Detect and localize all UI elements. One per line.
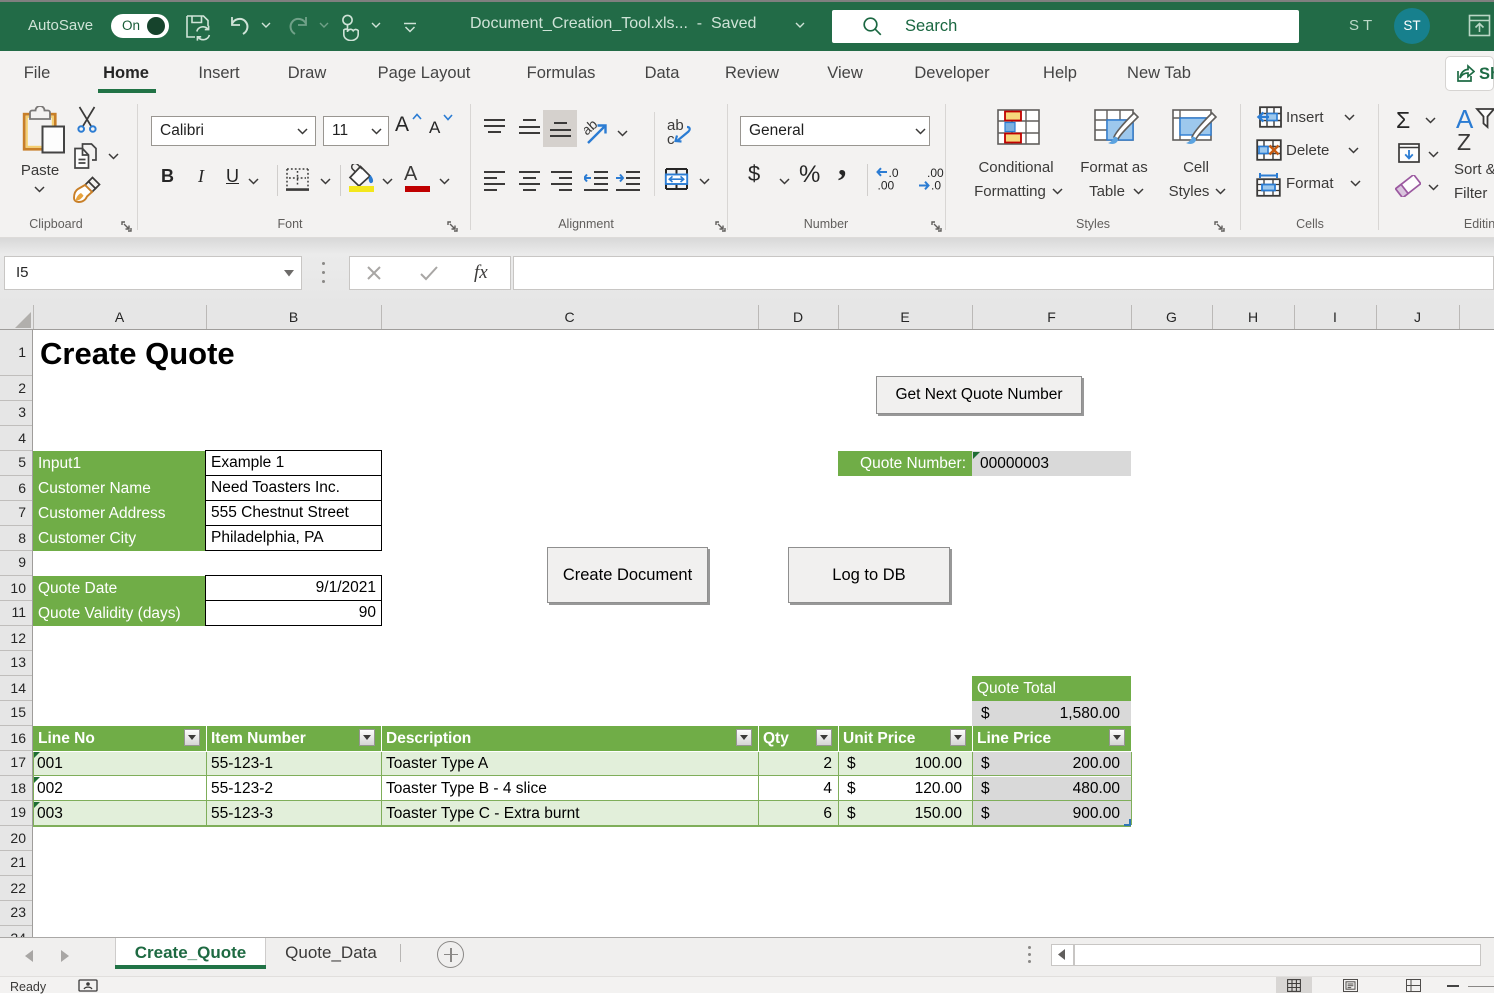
svg-text:Z: Z	[1457, 129, 1471, 154]
svg-text:.00: .00	[878, 179, 895, 193]
svg-text:c: c	[667, 131, 675, 147]
svg-text:.0: .0	[931, 179, 941, 193]
svg-text:ab: ab	[584, 117, 601, 138]
